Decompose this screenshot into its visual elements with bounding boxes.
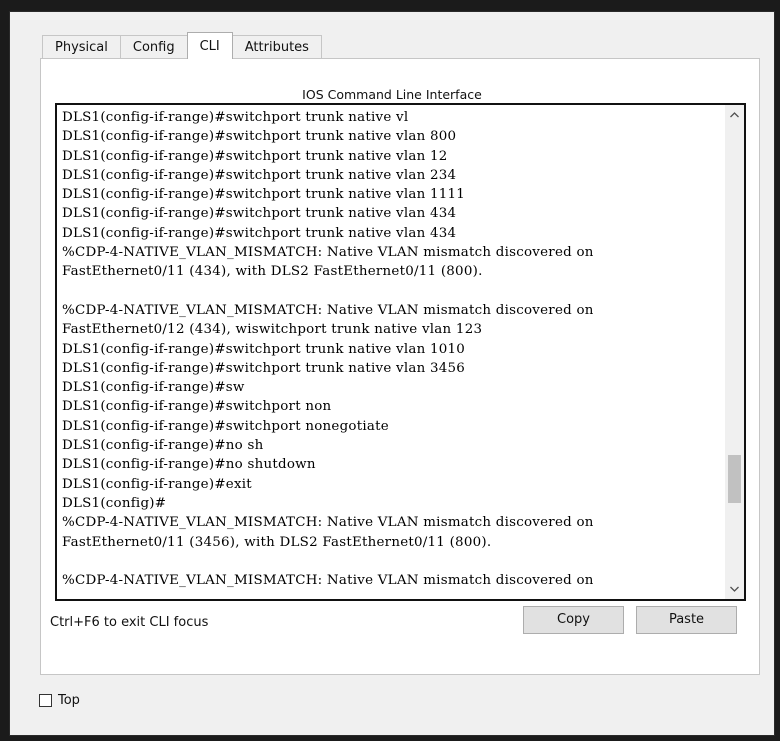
copy-button[interactable]: Copy — [523, 606, 624, 634]
tab-physical[interactable]: Physical — [42, 35, 121, 59]
tab-config[interactable]: Config — [119, 35, 188, 59]
cli-line: DLS1(config-if-range)#sw — [62, 380, 245, 396]
cli-line: FastEthernet0/12 (434), wiswitchport tru… — [62, 322, 483, 338]
paste-button[interactable]: Paste — [636, 606, 737, 634]
chevron-up-icon[interactable] — [725, 107, 744, 123]
cli-line: DLS1(config-if-range)#switchport trunk n… — [62, 187, 466, 203]
cli-line: FastEthernet0/11 (3456), with DLS2 FastE… — [62, 534, 492, 550]
vertical-scrollbar[interactable] — [725, 105, 744, 599]
cli-line: DLS1(config-if-range)#switchport trunk n… — [62, 360, 466, 376]
cli-line: %CDP-4-NATIVE_VLAN_MISMATCH: Native VLAN… — [62, 245, 594, 261]
tab-attributes[interactable]: Attributes — [231, 35, 322, 59]
cli-line — [62, 282, 724, 301]
cli-line: DLS1(config-if-range)#switchport trunk n… — [62, 129, 457, 145]
cli-line: DLS1(config-if-range)#switchport non — [62, 399, 332, 415]
cli-line: FastEthernet0/11 (434), with DLS2 FastEt… — [62, 264, 483, 280]
cli-output[interactable]: DLS1(config-if-range)#switchport trunk n… — [62, 108, 724, 590]
cli-terminal[interactable]: DLS1(config-if-range)#switchport trunk n… — [55, 103, 746, 601]
cli-line: DLS1(config-if-range)#exit — [62, 476, 252, 492]
cli-title: IOS Command Line Interface — [302, 87, 482, 102]
top-checkbox-label: Top — [58, 693, 80, 708]
cli-line: DLS1(config-if-range)#switchport trunk n… — [62, 167, 457, 183]
chevron-down-icon[interactable] — [725, 581, 744, 597]
cli-line: DLS1(config-if-range)#switchport trunk n… — [62, 225, 457, 241]
cli-line: %CDP-4-NATIVE_VLAN_MISMATCH: Native VLAN… — [62, 515, 594, 531]
cli-line: DLS1(config-if-range)#switchport trunk n… — [62, 148, 448, 164]
scrollbar-thumb[interactable] — [728, 455, 741, 503]
cli-line: DLS1(config-if-range)#switchport trunk n… — [62, 206, 457, 222]
cli-line: DLS1(config-if-range)#switchport nonegot… — [62, 418, 389, 434]
device-window: Physical Config CLI Attributes IOS Comma… — [9, 11, 775, 736]
tab-cli[interactable]: CLI — [186, 32, 233, 59]
top-checkbox-row[interactable]: Top — [39, 693, 80, 708]
cli-line: DLS1(config-if-range)#no shutdown — [62, 457, 316, 473]
cli-focus-hint: Ctrl+F6 to exit CLI focus — [50, 615, 209, 630]
cli-line: %CDP-4-NATIVE_VLAN_MISMATCH: Native VLAN… — [62, 302, 594, 318]
cli-line: %CDP-4-NATIVE_VLAN_MISMATCH: Native VLAN… — [62, 573, 594, 589]
cli-line: DLS1(config-if-range)#switchport trunk n… — [62, 110, 409, 125]
tab-bar: Physical Config CLI Attributes — [42, 32, 322, 59]
cli-line — [62, 552, 724, 571]
cli-line: DLS1(config-if-range)#switchport trunk n… — [62, 341, 466, 357]
top-checkbox[interactable] — [39, 694, 52, 707]
cli-line: DLS1(config-if-range)#no sh — [62, 438, 264, 454]
cli-line: DLS1(config)# — [62, 495, 167, 511]
